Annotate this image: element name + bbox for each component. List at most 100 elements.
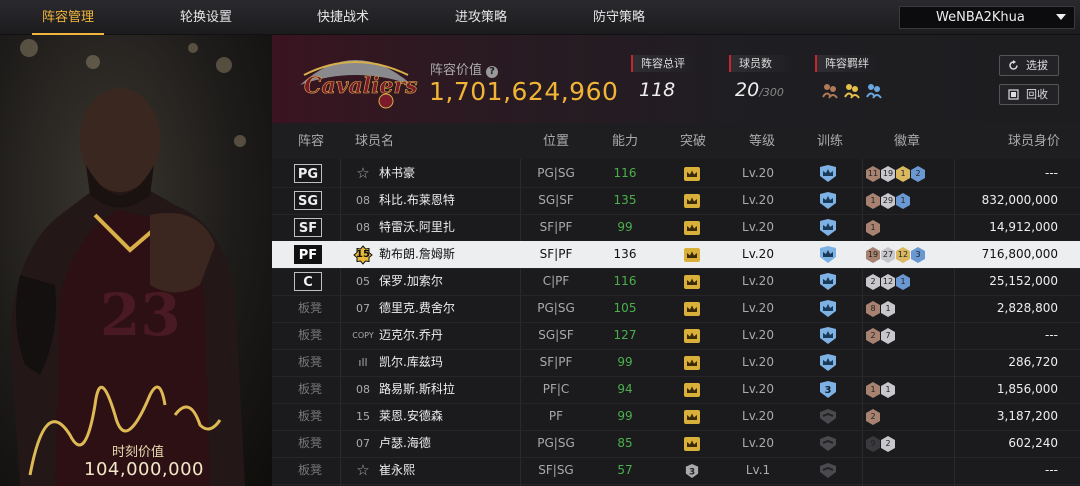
position-slot-badge[interactable]: PG <box>294 164 322 183</box>
table-row[interactable]: 板凳 07 德里克.费舍尔 PG|SG 105 Lv.20 8 1 2,828,… <box>272 295 1080 322</box>
col-breakthrough[interactable]: 突破 <box>680 123 706 159</box>
crown-icon <box>684 356 700 370</box>
badge-icon[interactable]: 2 <box>881 436 895 452</box>
tab-lineup-management[interactable]: 阵容管理 <box>28 0 108 35</box>
player-name[interactable]: 德里克.费舍尔 <box>379 295 455 322</box>
badge-icon[interactable]: 1 <box>881 301 895 317</box>
badge-icon[interactable]: 12 <box>896 247 910 263</box>
table-row[interactable]: C 05 保罗.加索尔 C|PF 116 Lv.20 2 12 1 25,152… <box>272 268 1080 295</box>
badge-icon[interactable]: 1 <box>881 382 895 398</box>
jersey-number: 05 <box>356 275 370 288</box>
badge-icon[interactable]: 9 <box>866 436 880 452</box>
player-name[interactable]: 崔永熙 <box>379 457 415 484</box>
star-icon: ☆ <box>356 164 370 182</box>
badge-icon[interactable]: 1 <box>866 193 880 209</box>
col-position[interactable]: 位置 <box>543 123 569 159</box>
table-row[interactable]: 板凳 ıll 凯尔.库兹玛 SF|PF 99 Lv.20 286,720 <box>272 349 1080 376</box>
badge-icon[interactable]: 1 <box>896 166 910 182</box>
player-name[interactable]: 勒布朗.詹姆斯 <box>379 241 455 268</box>
chemistry-bronze-icon[interactable] <box>821 81 839 99</box>
badge-icon[interactable]: 27 <box>881 247 895 263</box>
table-row[interactable]: 板凳 15 莱恩.安德森 PF 99 Lv.20 2 3,187,200 <box>272 403 1080 430</box>
player-name[interactable]: 特雷沃.阿里扎 <box>379 214 455 241</box>
table-row[interactable]: SF 08 特雷沃.阿里扎 SF|PF 99 Lv.20 1 14,912,00… <box>272 214 1080 241</box>
badge-icon[interactable]: 29 <box>881 193 895 209</box>
player-value: 14,912,000 <box>989 220 1058 234</box>
badge-icon[interactable]: 2 <box>866 409 880 425</box>
training-icon[interactable] <box>819 165 837 182</box>
table-row[interactable]: PG ☆ 林书豪 PG|SG 116 Lv.20 11 19 1 2 --- <box>272 160 1080 187</box>
table-row[interactable]: PF 15 勒布朗.詹姆斯 SF|PF 136 Lv.20 19 27 12 3… <box>272 241 1080 268</box>
badge-icon[interactable]: 12 <box>881 274 895 290</box>
table-row[interactable]: 板凳 08 路易斯.斯科拉 PF|C 94 Lv.20 3 1 1 1,856,… <box>272 376 1080 403</box>
badge-icon[interactable]: 19 <box>881 166 895 182</box>
player-name[interactable]: 路易斯.斯科拉 <box>379 376 455 403</box>
badge-icon[interactable]: 3 <box>911 247 925 263</box>
player-position: PG|SG <box>537 436 575 450</box>
badge-icon[interactable]: 8 <box>866 301 880 317</box>
col-value[interactable]: 球员身价 <box>1008 123 1060 159</box>
position-slot-badge[interactable]: SG <box>294 191 322 210</box>
col-badges[interactable]: 徽章 <box>894 123 920 159</box>
player-name[interactable]: 凯尔.库兹玛 <box>379 349 443 376</box>
badge-icon[interactable]: 2 <box>866 274 880 290</box>
player-name[interactable]: 莱恩.安德森 <box>379 403 443 430</box>
training-icon[interactable]: 3 <box>819 381 837 398</box>
badge-icon[interactable]: 7 <box>881 328 895 344</box>
player-card[interactable]: 23 时刻价值 104,000,000 <box>0 35 272 486</box>
badge-icon[interactable]: 1 <box>866 220 880 236</box>
crown-icon <box>684 383 700 397</box>
col-name[interactable]: 球员名 <box>355 123 394 159</box>
svg-text:3: 3 <box>689 468 695 478</box>
badge-icon[interactable]: 2 <box>911 166 925 182</box>
user-dropdown[interactable]: WeNBA2Khua <box>899 6 1075 29</box>
select-button[interactable]: 选拔 <box>999 55 1059 76</box>
training-icon[interactable] <box>819 246 837 263</box>
training-icon[interactable] <box>819 273 837 290</box>
col-training[interactable]: 训练 <box>817 123 843 159</box>
tab-defense-strategy[interactable]: 防守策略 <box>579 0 659 35</box>
badge-icon[interactable]: 2 <box>866 328 880 344</box>
player-name[interactable]: 科比.布莱恩特 <box>379 187 455 214</box>
training-icon[interactable] <box>819 354 837 371</box>
roster-table: 阵容 球员名 位置 能力 突破 等级 训练 徽章 球员身价 PG ☆ 林书豪 P… <box>272 123 1080 486</box>
badge-icon[interactable]: 1 <box>896 193 910 209</box>
player-name[interactable]: 林书豪 <box>379 160 415 187</box>
table-row[interactable]: SG 08 科比.布莱恩特 SG|SF 135 Lv.20 1 29 1 832… <box>272 187 1080 214</box>
tab-rotation-settings[interactable]: 轮换设置 <box>166 0 246 35</box>
player-name[interactable]: 保罗.加索尔 <box>379 268 443 295</box>
table-row[interactable]: 板凳 07 卢瑟.海德 PG|SG 85 Lv.20 9 2 602,240 <box>272 430 1080 457</box>
lineup-value: 1,701,624,960 <box>429 77 619 106</box>
table-row[interactable]: 板凳 COPY 迈克尔.乔丹 SG|SF 127 Lv.20 2 7 --- <box>272 322 1080 349</box>
tab-quick-tactics[interactable]: 快捷战术 <box>303 0 383 35</box>
player-portrait: 23 <box>10 88 245 486</box>
table-row[interactable]: 板凳 ☆ 崔永熙 SF|SG 57 3 Lv.1 --- <box>272 457 1080 484</box>
training-icon[interactable] <box>819 462 837 479</box>
training-icon[interactable] <box>819 327 837 344</box>
chemistry-blue-icon[interactable] <box>865 81 883 99</box>
chemistry-gold-icon[interactable] <box>843 81 861 99</box>
col-lineup[interactable]: 阵容 <box>298 123 324 159</box>
badge-icon[interactable]: 11 <box>866 166 880 182</box>
training-icon[interactable] <box>819 219 837 236</box>
tab-offense-strategy[interactable]: 进攻策略 <box>441 0 521 35</box>
player-level: Lv.20 <box>742 436 774 450</box>
position-slot-badge[interactable]: C <box>294 272 322 291</box>
badge-icon[interactable]: 1 <box>866 382 880 398</box>
badge-icon[interactable]: 19 <box>866 247 880 263</box>
training-icon[interactable] <box>819 300 837 317</box>
position-slot-badge[interactable]: PF <box>294 245 322 264</box>
player-name[interactable]: 迈克尔.乔丹 <box>379 322 443 349</box>
player-position: PG|SG <box>537 301 575 315</box>
player-name[interactable]: 卢瑟.海德 <box>379 430 431 457</box>
training-icon[interactable] <box>819 435 837 452</box>
training-icon[interactable] <box>819 192 837 209</box>
badge-icon[interactable]: 1 <box>896 274 910 290</box>
recycle-icon <box>1008 89 1019 100</box>
crown-icon <box>684 302 700 316</box>
col-level[interactable]: 等级 <box>749 123 775 159</box>
training-icon[interactable] <box>819 408 837 425</box>
recycle-button[interactable]: 回收 <box>999 84 1059 105</box>
position-slot-badge[interactable]: SF <box>294 218 322 237</box>
col-ability[interactable]: 能力 <box>612 123 638 159</box>
